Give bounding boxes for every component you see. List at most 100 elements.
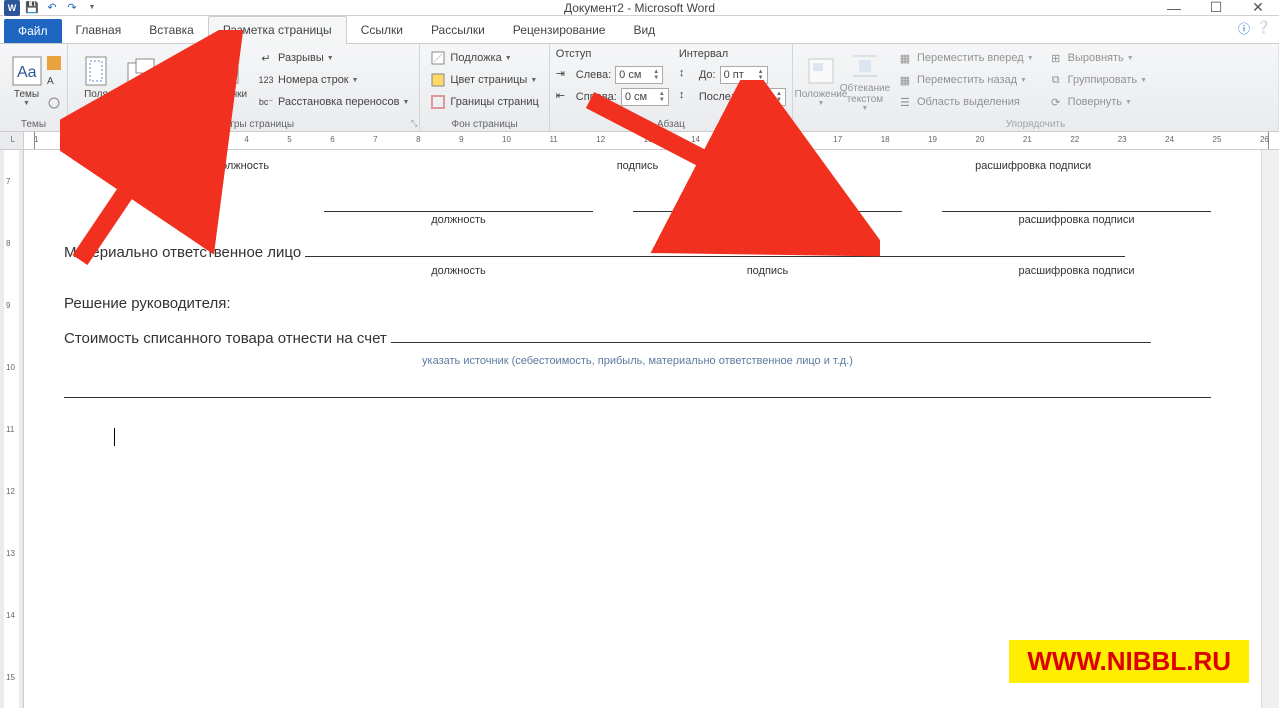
watermark-icon	[430, 50, 446, 66]
minimize-ribbon-icon[interactable]: ⓘ	[1238, 20, 1250, 37]
quick-access-toolbar: W 💾 ↶ ↷ ▼	[0, 0, 100, 16]
hint-text: указать источник (себестоимость, прибыль…	[64, 355, 1211, 367]
rotate-button[interactable]: ⟳Повернуть▼	[1044, 92, 1151, 112]
page-borders-button[interactable]: Границы страниц	[426, 92, 542, 112]
line-numbers-button[interactable]: 123Номера строк▼	[254, 70, 413, 90]
tab-mailings[interactable]: Рассылки	[417, 17, 499, 43]
ruler-corner[interactable]: └	[0, 132, 24, 149]
scrollbar-vertical[interactable]	[1261, 150, 1279, 708]
cost-line: Стоимость списанного товара отнести на с…	[64, 330, 1211, 347]
svg-text:Aa: Aa	[17, 64, 37, 81]
orientation-icon	[124, 55, 156, 87]
breaks-button[interactable]: ↵Разрывы▼	[254, 48, 413, 68]
sig-line	[324, 182, 593, 212]
rotate-icon: ⟳	[1048, 94, 1064, 110]
title-bar: W 💾 ↶ ↷ ▼ Документ2 - Microsoft Word — ☐…	[0, 0, 1279, 16]
position-icon	[805, 55, 837, 87]
tab-insert[interactable]: Вставка	[135, 17, 208, 43]
columns-button[interactable]: Колонки▼	[206, 48, 250, 114]
page-setup-dialog-launcher[interactable]: ⤡	[411, 119, 417, 129]
indent-right-input[interactable]: 0 см▲▼	[621, 88, 669, 106]
send-backward-icon: ▦	[897, 72, 913, 88]
spacing-after-input[interactable]: 0 пт▲▼	[738, 88, 786, 106]
ruler-vertical[interactable]: 789101112131415	[0, 150, 24, 708]
paragraph-dialog-launcher[interactable]: ⤡	[784, 119, 790, 129]
themes-button[interactable]: Aa Темы ▼	[6, 48, 47, 114]
save-icon[interactable]: 💾	[24, 0, 40, 16]
send-backward-button[interactable]: ▦Переместить назад▼	[893, 70, 1038, 90]
theme-effects-icon[interactable]	[47, 96, 61, 110]
margins-icon	[80, 55, 112, 87]
indent-left-icon: ⇥	[556, 67, 572, 83]
ribbon: Aa Темы ▼ A Темы Поля▼ Ориентация▼ Разме…	[0, 44, 1279, 132]
ruler-horizontal: └ 11234567891011121314151617181920212223…	[0, 132, 1279, 150]
spacing-after-icon: ↕	[679, 89, 695, 105]
hyphenation-button[interactable]: bc⁻Расстановка переносов▼	[254, 92, 413, 112]
indent-left-row: ⇥ Слева: 0 см▲▼	[556, 65, 669, 85]
spacing-after-row: ↕ После: 0 пт▲▼	[679, 87, 786, 107]
decision-text: Решение руководителя:	[64, 295, 1211, 312]
redo-icon[interactable]: ↷	[64, 0, 80, 16]
qat-dropdown-icon[interactable]: ▼	[84, 0, 100, 16]
watermark-button[interactable]: Подложка▼	[426, 48, 542, 68]
minimize-button[interactable]: —	[1153, 0, 1195, 16]
undo-icon[interactable]: ↶	[44, 0, 60, 16]
selection-pane-button[interactable]: ☰Область выделения	[893, 92, 1038, 112]
full-line	[64, 397, 1211, 398]
wrap-text-button[interactable]: Обтекание текстом▼	[843, 48, 887, 114]
theme-fonts-icon[interactable]: A	[47, 76, 61, 90]
page-color-icon	[430, 72, 446, 88]
group-button[interactable]: ⧉Группировать▼	[1044, 70, 1151, 90]
page-color-button[interactable]: Цвет страницы▼	[426, 70, 542, 90]
spacing-before-icon: ↕	[679, 67, 695, 83]
theme-colors-icon[interactable]	[47, 56, 61, 70]
sig-position-1: должность	[64, 160, 420, 172]
tab-page-layout[interactable]: Разметка страницы	[208, 16, 347, 44]
sig-signature-1: подпись	[460, 160, 816, 172]
orientation-button[interactable]: Ориентация▼	[118, 48, 162, 114]
text-cursor	[114, 428, 115, 446]
document-area[interactable]: должность подпись расшифровка подписи до…	[24, 150, 1261, 708]
tab-home[interactable]: Главная	[62, 17, 136, 43]
ribbon-tabs: Файл Главная Вставка Разметка страницы С…	[0, 16, 1279, 44]
size-button[interactable]: Размер▼	[162, 48, 206, 114]
maximize-button[interactable]: ☐	[1195, 0, 1237, 16]
word-icon: W	[4, 0, 20, 16]
tab-references[interactable]: Ссылки	[347, 17, 417, 43]
margins-button[interactable]: Поля▼	[74, 48, 118, 114]
sig-decipher-1: расшифровка подписи	[855, 160, 1211, 172]
breaks-icon: ↵	[258, 50, 274, 66]
group-page-setup: Поля▼ Ориентация▼ Размер▼ Колонки▼ ↵Разр…	[68, 44, 420, 131]
themes-icon: Aa	[11, 55, 43, 87]
caret-icon: ▼	[23, 100, 30, 107]
sig-line	[942, 182, 1211, 212]
spacing-before-row: ↕ До: 0 пт▲▼	[679, 65, 786, 85]
selection-pane-icon: ☰	[897, 94, 913, 110]
window-title: Документ2 - Microsoft Word	[564, 1, 715, 15]
help-icon[interactable]: ❔	[1256, 20, 1271, 37]
content-area: 789101112131415 должность подпись расшиф…	[0, 150, 1279, 708]
page: должность подпись расшифровка подписи до…	[44, 150, 1231, 446]
tab-view[interactable]: Вид	[619, 17, 669, 43]
align-button[interactable]: ⊞Выровнять▼	[1044, 48, 1151, 68]
indent-right-row: ⇤ Справа: 0 см▲▼	[556, 87, 669, 107]
group-icon: ⧉	[1048, 72, 1064, 88]
wrap-text-icon	[849, 50, 881, 81]
page-borders-icon	[430, 94, 446, 110]
line-numbers-icon: 123	[258, 72, 274, 88]
watermark-badge: WWW.NIBBL.RU	[1009, 640, 1249, 683]
indent-right-icon: ⇤	[556, 89, 572, 105]
align-icon: ⊞	[1048, 50, 1064, 66]
columns-icon	[212, 55, 244, 87]
tab-review[interactable]: Рецензирование	[499, 17, 620, 43]
group-page-background: Подложка▼ Цвет страницы▼ Границы страниц…	[420, 44, 549, 131]
bring-forward-button[interactable]: ▦Переместить вперед▼	[893, 48, 1038, 68]
indent-left-input[interactable]: 0 см▲▼	[615, 66, 663, 84]
spacing-before-input[interactable]: 0 пт▲▼	[720, 66, 768, 84]
group-arrange: Положение▼ Обтекание текстом▼ ▦Перемести…	[793, 44, 1279, 131]
group-paragraph: Отступ ⇥ Слева: 0 см▲▼ ⇤ Справа: 0 см▲▼ …	[550, 44, 793, 131]
position-button[interactable]: Положение▼	[799, 48, 843, 114]
close-button[interactable]: ✕	[1237, 0, 1279, 16]
file-tab[interactable]: Файл	[4, 19, 62, 43]
window-controls: — ☐ ✕	[1153, 0, 1279, 16]
